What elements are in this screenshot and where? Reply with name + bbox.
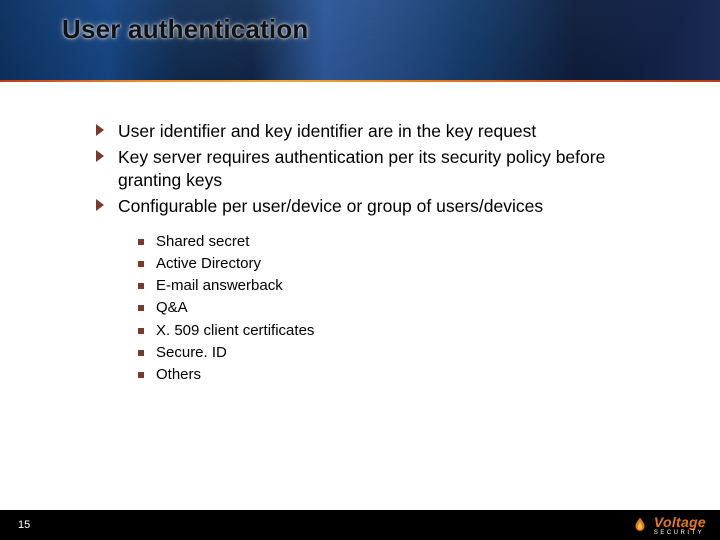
brand-logo: Voltage SECURITY [631,515,706,536]
list-item: Q&A [138,298,670,318]
slide-title: User authentication [0,0,309,45]
list-item: User identifier and key identifier are i… [96,120,670,142]
logo-text: Voltage SECURITY [654,515,706,536]
list-item: E-mail answerback [138,276,670,296]
title-area: User authentication [0,0,720,80]
header-divider [0,80,720,82]
list-item: Configurable per user/device or group of… [96,195,670,217]
list-item: Shared secret [138,232,670,252]
list-item: X. 509 client certificates [138,321,670,341]
main-bullet-list: User identifier and key identifier are i… [96,120,670,218]
logo-sub-text: SECURITY [654,530,706,536]
footer-bar: 15 Voltage SECURITY [0,510,720,540]
flame-icon [631,516,649,534]
list-item: Active Directory [138,254,670,274]
list-item: Key server requires authentication per i… [96,146,670,191]
content-area: User identifier and key identifier are i… [96,120,670,387]
list-item: Secure. ID [138,343,670,363]
list-item: Others [138,365,670,385]
page-number: 15 [18,519,30,531]
slide: User authentication User identifier and … [0,0,720,540]
sub-bullet-list: Shared secret Active Directory E-mail an… [96,232,670,386]
logo-main-text: Voltage [654,515,706,529]
